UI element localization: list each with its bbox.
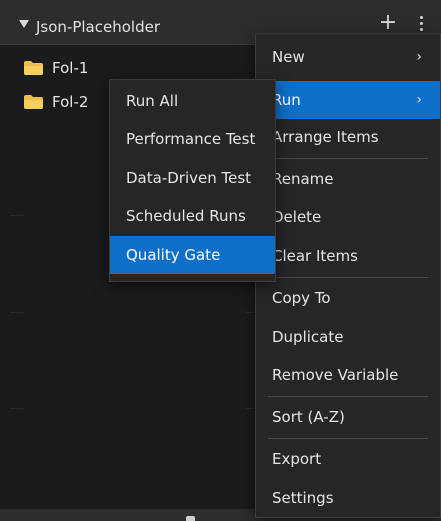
folder-icon xyxy=(24,95,43,109)
folder-icon xyxy=(24,61,43,75)
submenu-item-scheduled-runs[interactable]: Scheduled Runs xyxy=(110,197,275,235)
tree-guide-line xyxy=(10,215,24,216)
menu-item-label: Run xyxy=(272,91,301,109)
menu-item-clear-items[interactable]: Clear Items xyxy=(256,237,440,275)
chevron-right-icon: › xyxy=(416,92,422,108)
caret-down-icon[interactable] xyxy=(19,20,29,28)
collection-title: Json-Placeholder xyxy=(36,18,160,36)
menu-item-label: Quality Gate xyxy=(126,246,221,264)
submenu-item-run-all[interactable]: Run All xyxy=(110,82,275,120)
menu-item-export[interactable]: Export xyxy=(256,440,440,478)
submenu-item-quality-gate[interactable]: Quality Gate xyxy=(110,236,275,274)
submenu-item-data-driven-test[interactable]: Data-Driven Test xyxy=(110,159,275,197)
menu-item-label: Rename xyxy=(272,170,334,188)
menu-item-label: Duplicate xyxy=(272,328,344,346)
menu-item-label: Arrange Items xyxy=(272,128,379,146)
menu-item-label: Export xyxy=(272,450,322,468)
menu-item-run[interactable]: Run › xyxy=(256,81,440,119)
menu-item-label: Run All xyxy=(126,92,179,110)
menu-item-arrange-items[interactable]: Arrange Items xyxy=(256,118,440,156)
tree-guide-line xyxy=(10,408,24,409)
menu-item-label: Settings xyxy=(272,489,334,507)
collection-panel: Json-Placeholder + Fol-1 Fol-2 New › Run… xyxy=(0,0,441,521)
menu-item-label: Delete xyxy=(272,208,322,226)
chevron-right-icon: › xyxy=(416,49,422,65)
menu-item-sort-a-z[interactable]: Sort (A-Z) xyxy=(256,398,440,436)
menu-item-label: Clear Items xyxy=(272,247,358,265)
menu-item-label: Copy To xyxy=(272,289,331,307)
submenu-item-performance-test[interactable]: Performance Test xyxy=(110,120,275,158)
resize-handle[interactable] xyxy=(186,516,195,521)
menu-item-settings[interactable]: Settings xyxy=(256,479,440,517)
menu-item-new[interactable]: New › xyxy=(256,38,440,76)
menu-item-remove-variable[interactable]: Remove Variable xyxy=(256,356,440,394)
menu-item-delete[interactable]: Delete xyxy=(256,198,440,236)
context-menu: New › Run › Arrange Items Rename Delete … xyxy=(255,33,441,518)
menu-divider xyxy=(268,158,428,159)
menu-item-rename[interactable]: Rename xyxy=(256,160,440,198)
menu-item-label: Data-Driven Test xyxy=(126,169,252,187)
menu-divider xyxy=(268,396,428,397)
tree-guide-line xyxy=(10,312,24,313)
kebab-menu-icon[interactable] xyxy=(414,13,430,35)
menu-item-copy-to[interactable]: Copy To xyxy=(256,279,440,317)
menu-item-label: Sort (A-Z) xyxy=(272,408,345,426)
folder-label: Fol-2 xyxy=(52,93,89,111)
menu-item-duplicate[interactable]: Duplicate xyxy=(256,318,440,356)
folder-label: Fol-1 xyxy=(52,59,89,77)
menu-divider xyxy=(268,277,428,278)
run-submenu: Run All Performance Test Data-Driven Tes… xyxy=(109,79,276,282)
menu-item-label: Remove Variable xyxy=(272,366,399,384)
menu-item-label: Scheduled Runs xyxy=(126,207,246,225)
menu-item-label: New xyxy=(272,48,305,66)
plus-icon[interactable]: + xyxy=(378,12,398,34)
menu-divider xyxy=(268,438,428,439)
menu-item-label: Performance Test xyxy=(126,130,256,148)
